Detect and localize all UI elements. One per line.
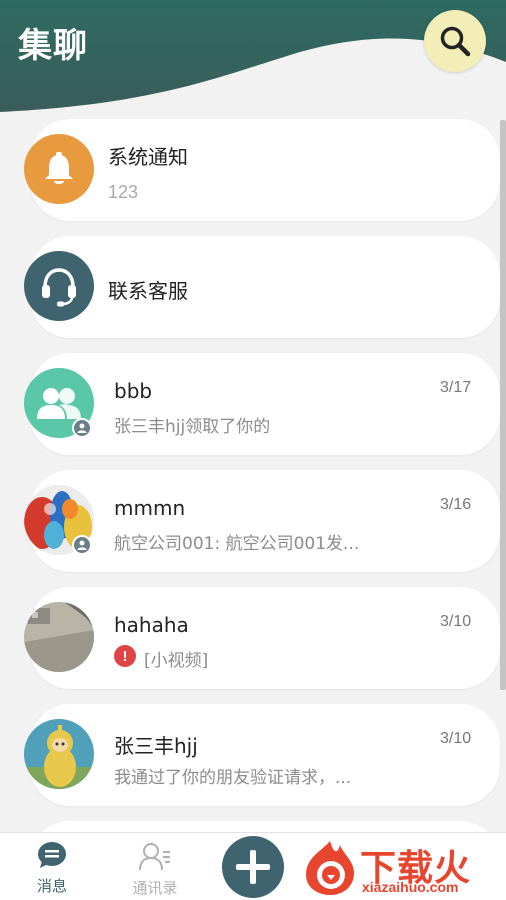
group-badge-icon — [72, 535, 92, 555]
conversation-list[interactable]: 系统通知 123 联系客服 bbb 张三丰hjj领取了你的 3/17 mmmn … — [0, 115, 506, 832]
conversation-item-bbb[interactable] — [30, 353, 500, 455]
photo-gray-image — [24, 602, 94, 672]
conversation-title: 联系客服 — [108, 279, 188, 303]
avatar — [24, 251, 94, 321]
conversation-item-hahaha[interactable] — [30, 587, 500, 689]
contacts-icon — [139, 843, 170, 871]
conversation-item-zhangsanfeng[interactable] — [30, 704, 500, 806]
tab-messages-label: 消息 — [36, 877, 67, 895]
headset-icon — [42, 268, 76, 307]
conversation-title: bbb — [114, 379, 153, 403]
conversation-title: mmmn — [114, 496, 186, 520]
conversation-title: 系统通知 — [108, 145, 188, 169]
tab-contacts-label: 通讯录 — [132, 879, 178, 897]
group-badge-icon — [72, 418, 92, 438]
search-button[interactable] — [424, 10, 486, 72]
conversation-preview: 张三丰hjj领取了你的 — [114, 417, 271, 437]
conversation-item-mmmn[interactable] — [30, 470, 500, 572]
watermark: 下载火 xiazaihuo.com — [300, 835, 506, 900]
conversation-title: 张三丰hjj — [114, 734, 198, 758]
message-bubble-icon — [38, 842, 66, 868]
photo-toy-image — [24, 719, 94, 789]
plus-icon — [236, 850, 270, 884]
avatar — [24, 134, 94, 204]
flame-logo-icon — [306, 841, 354, 895]
tab-messages[interactable]: 消息 — [28, 841, 76, 896]
conversation-preview: [小视频] — [144, 651, 209, 671]
avatar — [24, 602, 94, 672]
conversation-item-customer-service[interactable] — [30, 236, 500, 338]
error-icon: ! — [114, 645, 136, 667]
conversation-date: 3/10 — [440, 730, 472, 747]
group-icon — [37, 388, 81, 419]
conversation-date: 3/17 — [440, 379, 472, 396]
add-button[interactable] — [222, 836, 284, 898]
app-title: 集聊 — [18, 26, 88, 66]
bell-icon — [45, 152, 73, 184]
conversation-preview: 123 — [108, 182, 139, 202]
conversation-item-partial[interactable] — [30, 821, 500, 832]
conversation-item-system-notice[interactable] — [30, 119, 500, 221]
avatar — [24, 719, 94, 789]
conversation-preview: 航空公司001: 航空公司001发... — [114, 534, 360, 554]
conversation-preview: 我通过了你的朋友验证请求，... — [114, 768, 352, 788]
conversation-date: 3/16 — [440, 496, 472, 513]
list-scrollbar[interactable] — [500, 120, 506, 690]
conversation-title: hahaha — [114, 613, 189, 637]
conversation-date: 3/10 — [440, 613, 472, 630]
watermark-domain: xiazaihuo.com — [362, 879, 459, 895]
search-icon — [440, 26, 471, 57]
tab-contacts[interactable]: 通讯录 — [124, 841, 186, 898]
